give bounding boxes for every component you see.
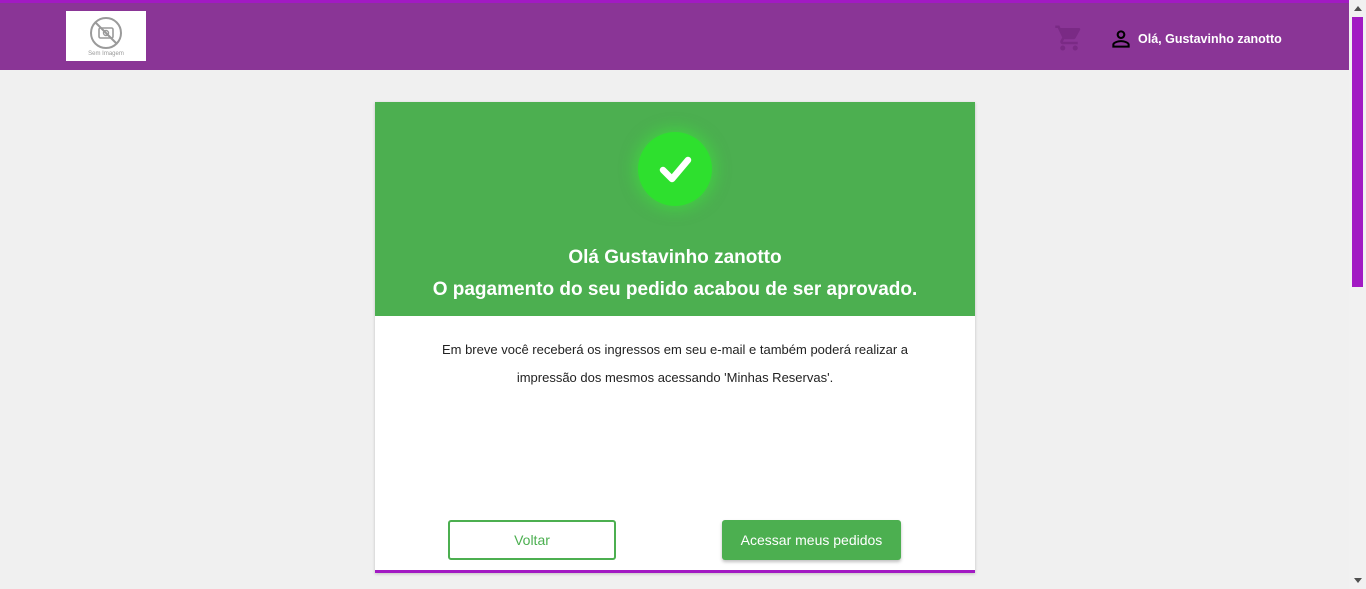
scroll-up-arrow-icon[interactable] — [1349, 0, 1366, 17]
scroll-down-arrow-icon[interactable] — [1349, 572, 1366, 589]
user-menu[interactable]: Olá, Gustavinho zanotto — [1108, 25, 1282, 53]
payment-approved-card: Olá Gustavinho zanotto O pagamento do se… — [375, 102, 975, 573]
scrollbar-thumb[interactable] — [1352, 17, 1363, 287]
greeting-line: Olá Gustavinho zanotto — [568, 247, 782, 268]
my-orders-button[interactable]: Acessar meus pedidos — [722, 520, 901, 560]
card-header: Olá Gustavinho zanotto O pagamento do se… — [375, 102, 975, 316]
page: Sem Imagem Olá, Gustavinho zanotto Olá G… — [0, 0, 1366, 589]
user-greeting: Olá, Gustavinho zanotto — [1138, 32, 1282, 46]
info-message: Em breve você receberá os ingressos em s… — [415, 336, 935, 392]
success-badge — [638, 132, 712, 206]
shopping-cart-icon — [1055, 25, 1081, 51]
top-navbar: Sem Imagem Olá, Gustavinho zanotto — [0, 0, 1349, 70]
no-image-icon — [90, 16, 122, 49]
info-message-line1: Em breve você receberá os ingressos em s… — [441, 342, 909, 357]
logo-caption: Sem Imagem — [88, 50, 124, 57]
approval-heading: Olá Gustavinho zanotto O pagamento do se… — [375, 242, 975, 306]
person-icon — [1112, 30, 1130, 48]
cart-button[interactable] — [1054, 23, 1084, 53]
info-message-line2: impressão dos mesmos acessando 'Minhas R… — [516, 370, 834, 385]
checkmark-icon — [659, 156, 692, 183]
vertical-scrollbar[interactable] — [1349, 0, 1366, 589]
approval-line: O pagamento do seu pedido acabou de ser … — [432, 279, 918, 300]
logo[interactable]: Sem Imagem — [66, 11, 146, 61]
back-button[interactable]: Voltar — [448, 520, 616, 560]
